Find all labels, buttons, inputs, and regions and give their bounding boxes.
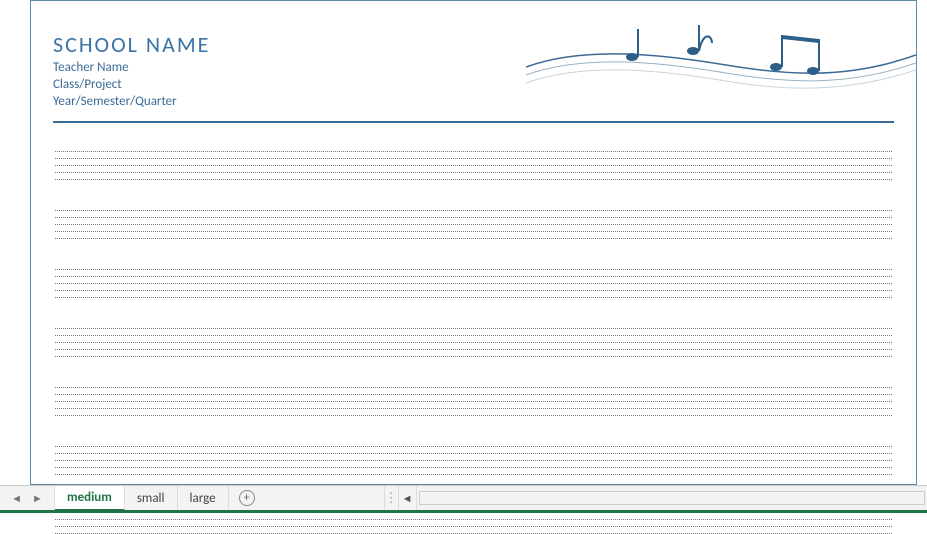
staff-line xyxy=(55,329,892,336)
staff-line xyxy=(55,263,892,270)
teacher-name: Teacher Name xyxy=(53,60,894,75)
staff-line xyxy=(55,270,892,277)
staff-line xyxy=(55,461,892,468)
worksheet-page: SCHOOL NAME Teacher Name Class/Project Y… xyxy=(30,0,917,485)
staff-line xyxy=(55,166,892,173)
header-divider xyxy=(53,121,894,123)
staff-line xyxy=(55,284,892,291)
music-staff-area xyxy=(53,145,894,534)
staff-group xyxy=(55,322,892,357)
hscroll-left-button[interactable]: ◄ xyxy=(399,486,417,510)
sheet-tab-small[interactable]: small xyxy=(125,486,178,510)
staff-line xyxy=(55,454,892,461)
staff-line xyxy=(55,225,892,232)
staff-line xyxy=(55,152,892,159)
staff-line xyxy=(55,211,892,218)
staff-line xyxy=(55,145,892,152)
staff-group xyxy=(55,145,892,180)
hscroll-track[interactable] xyxy=(419,491,925,505)
sheet-tab-bar: ◄ ► mediumsmalllarge + ⋮ ◄ xyxy=(0,485,927,510)
staff-line xyxy=(55,527,892,534)
staff-line xyxy=(55,520,892,527)
sheet-tab-medium[interactable]: medium xyxy=(55,486,125,511)
staff-line xyxy=(55,204,892,211)
staff-group xyxy=(55,440,892,475)
staff-group xyxy=(55,381,892,416)
staff-group xyxy=(55,263,892,298)
drag-handle-icon[interactable]: ⋮ xyxy=(385,486,399,510)
staff-group xyxy=(55,204,892,239)
staff-line xyxy=(55,447,892,454)
staff-line xyxy=(55,402,892,409)
school-name: SCHOOL NAME xyxy=(53,31,894,58)
tabs-container: mediumsmalllarge xyxy=(55,486,229,510)
staff-line xyxy=(55,291,892,298)
staff-line xyxy=(55,218,892,225)
staff-line xyxy=(55,395,892,402)
staff-line xyxy=(55,336,892,343)
plus-icon: + xyxy=(239,490,255,506)
staff-line xyxy=(55,381,892,388)
staff-line xyxy=(55,388,892,395)
chevron-left-icon: ◄ xyxy=(11,492,22,505)
year-semester-quarter: Year/Semester/Quarter xyxy=(53,94,894,109)
staff-line xyxy=(55,232,892,239)
staff-line xyxy=(55,440,892,447)
tab-nav-arrows[interactable]: ◄ ► xyxy=(0,486,55,510)
staff-line xyxy=(55,277,892,284)
staff-line xyxy=(55,173,892,180)
chevron-right-icon: ► xyxy=(32,492,43,505)
tab-spacer xyxy=(265,486,385,510)
staff-line xyxy=(55,409,892,416)
staff-line xyxy=(55,343,892,350)
staff-line xyxy=(55,513,892,520)
staff-line xyxy=(55,159,892,166)
class-project: Class/Project xyxy=(53,77,894,92)
staff-line xyxy=(55,468,892,475)
sheet-tab-large[interactable]: large xyxy=(178,486,229,510)
horizontal-scrollbar[interactable] xyxy=(417,486,927,510)
staff-line xyxy=(55,350,892,357)
new-sheet-button[interactable]: + xyxy=(229,486,265,510)
staff-line xyxy=(55,322,892,329)
